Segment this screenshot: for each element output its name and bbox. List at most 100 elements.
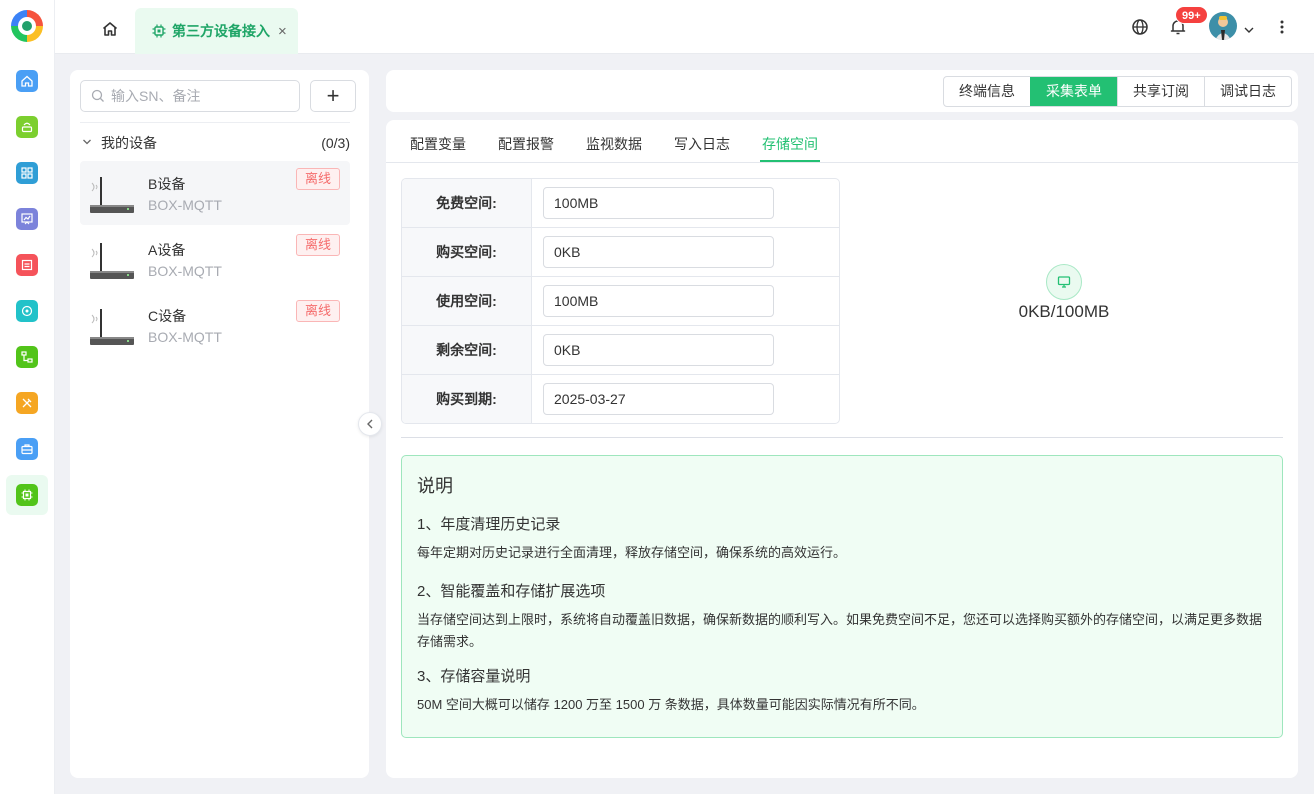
device-name: A设备 [148, 242, 186, 258]
tab-config-variables[interactable]: 配置变量 [410, 134, 466, 154]
used-space-field[interactable]: 100MB [543, 285, 774, 317]
apps-grid-icon [16, 162, 38, 184]
router-icon [90, 243, 134, 279]
free-space-label: 免费空间: [402, 179, 532, 227]
home-icon [102, 22, 118, 36]
notice-paragraph-1: 每年定期对历史记录进行全面清理，释放存储空间，确保系统的高效运行。 [417, 545, 847, 560]
top-tab-bar: 终端信息 采集表单 共享订阅 调试日志 [386, 70, 1298, 112]
group-count: (0/3) [321, 134, 350, 151]
tools-icon [16, 392, 38, 414]
language-button[interactable] [1131, 18, 1149, 39]
nav-third-party-device[interactable] [6, 475, 48, 515]
tab-storage-space[interactable]: 存储空间 [762, 134, 818, 154]
chevron-left-icon [367, 419, 373, 429]
notice-heading-3: 3、存储容量说明 [417, 668, 531, 685]
chevron-down-icon [82, 137, 92, 149]
tab-debug-log[interactable]: 调试日志 [1204, 77, 1291, 106]
used-space-label: 使用空间: [402, 277, 532, 325]
status-badge: 离线 [296, 300, 341, 322]
more-menu-button[interactable] [1279, 18, 1285, 39]
report-icon [16, 254, 38, 276]
notice-title: 说明 [417, 476, 453, 496]
sub-tab-bar: 配置变量 配置报警 监视数据 写入日志 存储空间 [386, 120, 1298, 163]
storage-usage-text: 0KB/100MB [1018, 302, 1110, 321]
tab-terminal-info[interactable]: 终端信息 [944, 77, 1030, 106]
tab-third-party-device[interactable]: 第三方设备接入 × [135, 8, 298, 54]
table-row: 购买到期: 2025-03-27 [402, 375, 839, 423]
router-icon [90, 177, 134, 213]
home-tab[interactable] [99, 18, 121, 40]
chip-icon [16, 484, 38, 506]
tab-config-alarms[interactable]: 配置报警 [498, 134, 554, 154]
app-logo[interactable] [11, 10, 43, 42]
divider [401, 437, 1283, 438]
status-badge: 离线 [296, 168, 341, 190]
notice-box: 说明 1、年度清理历史记录 每年定期对历史记录进行全面清理，释放存储空间，确保系… [401, 455, 1283, 738]
list-item[interactable]: C设备 BOX-MQTT 离线 [80, 293, 350, 357]
tab-collection-form[interactable]: 采集表单 [1030, 77, 1117, 106]
notice-paragraph-3: 50M 空间大概可以储存 1200 万至 1500 万 条数据，具体数量可能因实… [417, 697, 925, 712]
add-device-button[interactable]: + [310, 80, 356, 112]
list-item[interactable]: B设备 BOX-MQTT 离线 [80, 161, 350, 225]
table-row: 剩余空间: 0KB [402, 326, 839, 375]
notice-paragraph-2: 当存储空间达到上限时，系统将自动覆盖旧数据，确保新数据的顺利写入。如果免费空间不… [417, 612, 1263, 649]
main-panel: 配置变量 配置报警 监视数据 写入日志 存储空间 免费空间: 100MB 购买空… [386, 120, 1298, 778]
collapse-panel-button[interactable] [358, 412, 382, 436]
router-icon [90, 309, 134, 345]
purchased-space-label: 购买空间: [402, 228, 532, 276]
user-menu-chevron-icon[interactable] [1243, 22, 1255, 38]
table-row: 免费空间: 100MB [402, 179, 839, 228]
tab-close-icon[interactable]: × [278, 23, 287, 40]
monitor-icon [1046, 264, 1082, 300]
segmented-tabs: 终端信息 采集表单 共享订阅 调试日志 [943, 76, 1292, 107]
avatar[interactable] [1209, 12, 1237, 40]
table-row: 使用空间: 100MB [402, 277, 839, 326]
device-name: C设备 [148, 308, 187, 324]
cloud-device-icon [16, 116, 38, 138]
top-header: 第三方设备接入 × 99+ [55, 0, 1314, 54]
nav-apps[interactable] [6, 153, 48, 193]
device-panel: 输入SN、备注 + 我的设备 (0/3) B设备 BOX-MQTT 离线 A设备… [70, 70, 369, 778]
tab-monitor-data[interactable]: 监视数据 [586, 134, 642, 154]
device-group-header[interactable]: 我的设备 (0/3) [80, 122, 350, 162]
device-name: B设备 [148, 176, 186, 192]
tab-shared-subscription[interactable]: 共享订阅 [1117, 77, 1204, 106]
group-name: 我的设备 [101, 134, 157, 151]
nav-chart-board[interactable] [6, 199, 48, 239]
home-icon [16, 70, 38, 92]
nav-home[interactable] [6, 61, 48, 101]
search-placeholder: 输入SN、备注 [111, 88, 201, 104]
connect-icon [16, 300, 38, 322]
purchase-expiry-field[interactable]: 2025-03-27 [543, 383, 774, 415]
remaining-space-field[interactable]: 0KB [543, 334, 774, 366]
more-vertical-icon [1280, 20, 1284, 34]
table-row: 购买空间: 0KB [402, 228, 839, 277]
tab-label: 第三方设备接入 [172, 23, 270, 39]
chart-board-icon [16, 208, 38, 230]
search-icon [91, 89, 104, 102]
nav-cloud-device[interactable] [6, 107, 48, 147]
storage-info-table: 免费空间: 100MB 购买空间: 0KB 使用空间: 100MB 剩余空间: … [401, 178, 840, 424]
status-badge: 离线 [296, 234, 341, 256]
globe-icon [1132, 19, 1148, 35]
device-type: BOX-MQTT [148, 263, 222, 279]
notification-badge: 99+ [1175, 6, 1208, 24]
left-rail [0, 0, 55, 794]
purchased-space-field[interactable]: 0KB [543, 236, 774, 268]
list-item[interactable]: A设备 BOX-MQTT 离线 [80, 227, 350, 291]
briefcase-icon [16, 438, 38, 460]
tab-write-log[interactable]: 写入日志 [674, 134, 730, 154]
remaining-space-label: 剩余空间: [402, 326, 532, 374]
chip-icon [152, 24, 166, 38]
nav-tools[interactable] [6, 383, 48, 423]
nav-connect[interactable] [6, 291, 48, 331]
active-tab-indicator [760, 160, 820, 162]
device-type: BOX-MQTT [148, 329, 222, 345]
nav-flow[interactable] [6, 337, 48, 377]
nav-briefcase[interactable] [6, 429, 48, 469]
free-space-field[interactable]: 100MB [543, 187, 774, 219]
search-input[interactable]: 输入SN、备注 [80, 80, 300, 112]
notice-heading-1: 1、年度清理历史记录 [417, 516, 561, 533]
nav-report[interactable] [6, 245, 48, 285]
device-type: BOX-MQTT [148, 197, 222, 213]
